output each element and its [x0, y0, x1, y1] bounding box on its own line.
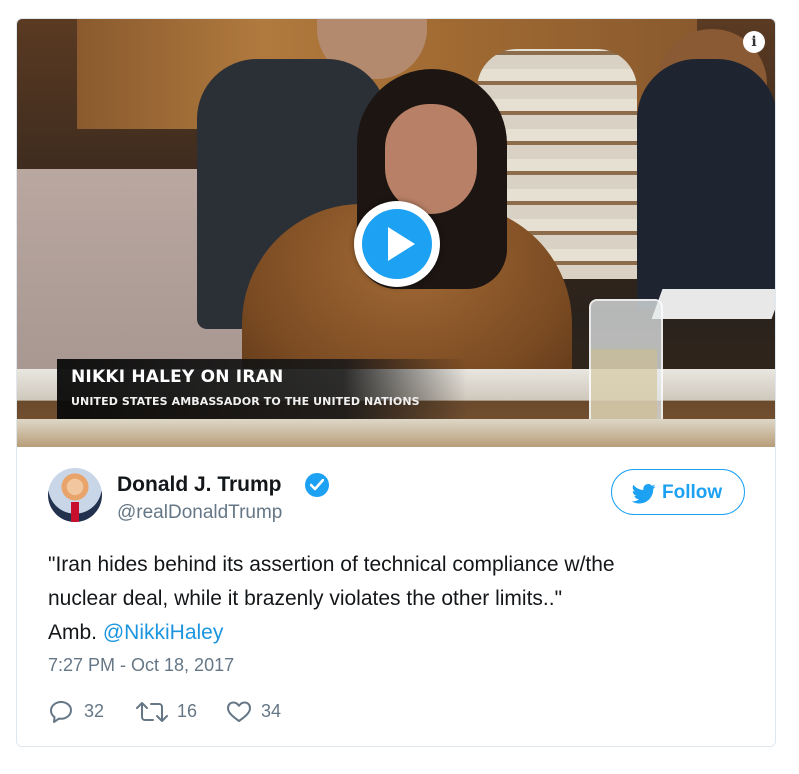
reply-icon	[50, 701, 72, 723]
heart-icon	[227, 701, 251, 722]
verified-badge-icon	[305, 473, 329, 497]
retweet-icon	[136, 702, 168, 722]
twitter-bird-icon	[631, 484, 656, 510]
like-count: 34	[261, 701, 282, 721]
tweet-card: NIKKI HALEY ON IRAN UNITED STATES AMBASS…	[16, 18, 776, 747]
retweet-count: 16	[177, 701, 198, 721]
video-speaker-face	[385, 104, 477, 214]
tweet-text-line: "Iran hides behind its assertion of tech…	[48, 553, 615, 576]
video-water	[591, 349, 657, 427]
video-lower-third: NIKKI HALEY ON IRAN UNITED STATES AMBASS…	[57, 359, 467, 419]
reply-button[interactable]: 32	[48, 699, 128, 725]
timestamp-link[interactable]: 7:27 PM - Oct 18, 2017	[48, 655, 234, 676]
reply-count: 32	[84, 701, 105, 721]
video-player[interactable]: NIKKI HALEY ON IRAN UNITED STATES AMBASS…	[17, 19, 775, 447]
tweet-text-line: nuclear deal, while it brazenly violates…	[48, 587, 563, 610]
avatar[interactable]	[48, 468, 102, 522]
lower-third-subtitle: UNITED STATES AMBASSADOR TO THE UNITED N…	[71, 395, 420, 408]
follow-button[interactable]: Follow	[611, 469, 745, 515]
video-figure	[637, 59, 775, 309]
tweet-text-line: Amb. @NikkiHaley	[48, 616, 748, 650]
tweet-text: "Iran hides behind its assertion of tech…	[48, 548, 748, 650]
play-icon	[362, 209, 432, 279]
like-button[interactable]: 34	[226, 699, 306, 725]
video-laptop	[651, 289, 775, 319]
video-desk-edge	[17, 419, 775, 447]
author-handle[interactable]: @realDonaldTrump	[117, 502, 282, 524]
retweet-button[interactable]: 16	[136, 699, 216, 725]
follow-button-label: Follow	[662, 482, 723, 503]
author-name[interactable]: Donald J. Trump	[117, 473, 282, 497]
info-icon[interactable]: i	[743, 31, 765, 53]
play-button[interactable]	[354, 201, 440, 287]
lower-third-title: NIKKI HALEY ON IRAN	[71, 367, 284, 387]
tweet-text-prefix: Amb.	[48, 621, 98, 644]
mention-link[interactable]: @NikkiHaley	[103, 621, 224, 644]
